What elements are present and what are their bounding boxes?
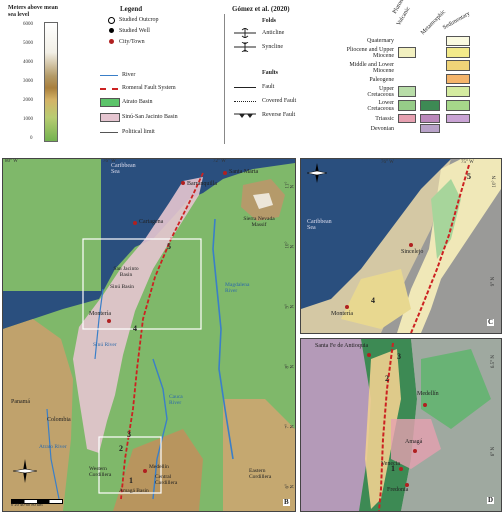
- strat-plut-triassic: [398, 114, 416, 123]
- strat-meta-devonian: [420, 124, 440, 133]
- north-arrow-icon: [13, 459, 37, 483]
- label-western-cordillera: Western Cordillera: [89, 466, 112, 478]
- panel-d-map-graphic: [301, 339, 501, 511]
- label-d-medellin: Medellín: [417, 391, 439, 397]
- main-map-graphic: [3, 159, 295, 511]
- city-dot-venecia: [399, 467, 403, 471]
- label-atrato-river: Atrato River: [39, 444, 67, 450]
- label-sierra-nevada: Sierra Nevada Massif: [243, 216, 275, 228]
- elevation-colorbar: [44, 22, 58, 142]
- site-number-3: 3: [127, 430, 131, 439]
- faults-title: Faults: [262, 70, 279, 76]
- political-line-icon: [100, 132, 118, 133]
- label-d-santa-fe: Santa Fe de Antioquia: [315, 343, 369, 349]
- reverse-fault-icon: [234, 113, 256, 118]
- label-cauca-river: Cauca River: [169, 394, 183, 406]
- river-line-icon: [100, 75, 118, 76]
- city-dot-cartagena: [133, 221, 137, 225]
- north-arrow-c-icon: [307, 163, 327, 183]
- label-sinu-river: Sinú River: [93, 342, 117, 348]
- label-d-amaga: Amagá: [405, 439, 423, 445]
- scale-label: 0 20 40 60 80 km: [11, 502, 43, 507]
- strat-sed-quaternary: [446, 36, 470, 46]
- city-dot-medellin-d: [423, 403, 427, 407]
- map-panel-b: 80° W 76° W 72° W 11° N 10° N 9° N 8° N …: [2, 158, 296, 512]
- strat-volc-lower-cret: [398, 100, 416, 111]
- city-dot-medellin: [143, 469, 147, 473]
- elevation-title: Meters above mean sea level: [8, 5, 58, 18]
- legend-title: Legend: [120, 5, 143, 13]
- city-dot-monteria: [107, 319, 111, 323]
- atrato-swatch: [100, 98, 120, 107]
- label-santa-marta: Santa Marta: [229, 169, 259, 175]
- label-panama: Panamá: [11, 399, 30, 405]
- strat-meta-triassic: [420, 114, 440, 123]
- map-panel-c: 76° W 75° W 10° N 9° N Caribbean Sea Sin…: [300, 158, 502, 334]
- city-dot-amaga: [413, 449, 417, 453]
- strat-sed-upper-cret: [446, 86, 470, 97]
- label-caribbean-sea: Caribbean Sea: [111, 163, 136, 175]
- label-c-caribbean: Caribbean Sea: [307, 219, 332, 231]
- anticline-symbol-icon: [234, 28, 256, 38]
- label-sinu-basin: Sinú Basin: [110, 284, 134, 290]
- label-medellin: Medellín: [149, 464, 169, 470]
- site-number-1: 1: [129, 476, 133, 485]
- covered-fault-icon: [234, 101, 256, 102]
- syncline-symbol-icon: [234, 42, 256, 52]
- city-dot-santa-marta: [223, 171, 227, 175]
- gomez-title: Gómez et al. (2020): [232, 5, 290, 13]
- site-d-number-3: 3: [397, 352, 401, 361]
- site-c-number-5: 5: [467, 172, 471, 181]
- label-c-sincelejo: Sincelejo: [401, 249, 424, 255]
- label-magdalena-river: Magdalena River: [225, 282, 250, 294]
- panel-letter-d: D: [487, 496, 495, 504]
- strat-volc-upper-cret: [398, 86, 416, 97]
- panel-c-map-graphic: [301, 159, 501, 333]
- label-eastern-cordillera: Eastern Cordillera: [249, 468, 272, 480]
- strat-sed-pliocene: [446, 47, 470, 58]
- label-san-jacinto-basin: San Jacinto Basin: [113, 266, 139, 278]
- label-c-monteria: Montería: [331, 311, 353, 317]
- site-d-number-1: 1: [391, 464, 395, 473]
- label-d-fredonia: Fredonia: [387, 487, 409, 493]
- label-monteria: Montería: [89, 311, 111, 317]
- label-colombia: Colombia: [47, 417, 71, 423]
- site-d-number-2: 2: [385, 374, 389, 383]
- site-number-2: 2: [119, 444, 123, 453]
- label-cartagena: Cartagena: [139, 219, 164, 225]
- fault-dash-icon: [100, 88, 118, 90]
- label-barranquilla: Barranquilla: [187, 181, 217, 187]
- map-panel-d: 6.5° N 6° N Santa Fe de Antioquia Medell…: [300, 338, 502, 512]
- label-amaga-basin: Amagá Basin: [119, 488, 149, 494]
- site-c-number-4: 4: [371, 296, 375, 305]
- legend-divider: [224, 14, 225, 144]
- site-number-4: 4: [133, 324, 137, 333]
- city-dot-monteria-c: [345, 305, 349, 309]
- strat-sed-miocene: [446, 60, 470, 71]
- city-dot-santa-fe: [367, 353, 371, 357]
- strat-sed-lower-cret: [446, 100, 470, 111]
- city-dot-barranquilla: [181, 181, 185, 185]
- outcrop-icon: [108, 17, 115, 24]
- label-central-cordillera: Central Cordillera: [155, 474, 178, 486]
- legend-panel: Meters above mean sea level 6000 5000 40…: [0, 0, 504, 148]
- fault-line-icon: [234, 87, 256, 88]
- sinu-swatch: [100, 113, 120, 122]
- city-dot-sincelejo: [409, 243, 413, 247]
- folds-title: Folds: [262, 18, 277, 24]
- strat-meta-lower-cret: [420, 100, 440, 111]
- site-number-5: 5: [167, 242, 171, 251]
- strat-sed-triassic: [446, 114, 470, 123]
- panel-letter-c: C: [487, 318, 495, 326]
- well-icon: [109, 28, 114, 33]
- strat-sed-paleogene: [446, 74, 470, 84]
- city-icon: [109, 39, 114, 44]
- panel-letter-b: B: [283, 498, 290, 506]
- strat-volc-pliocene: [398, 47, 416, 58]
